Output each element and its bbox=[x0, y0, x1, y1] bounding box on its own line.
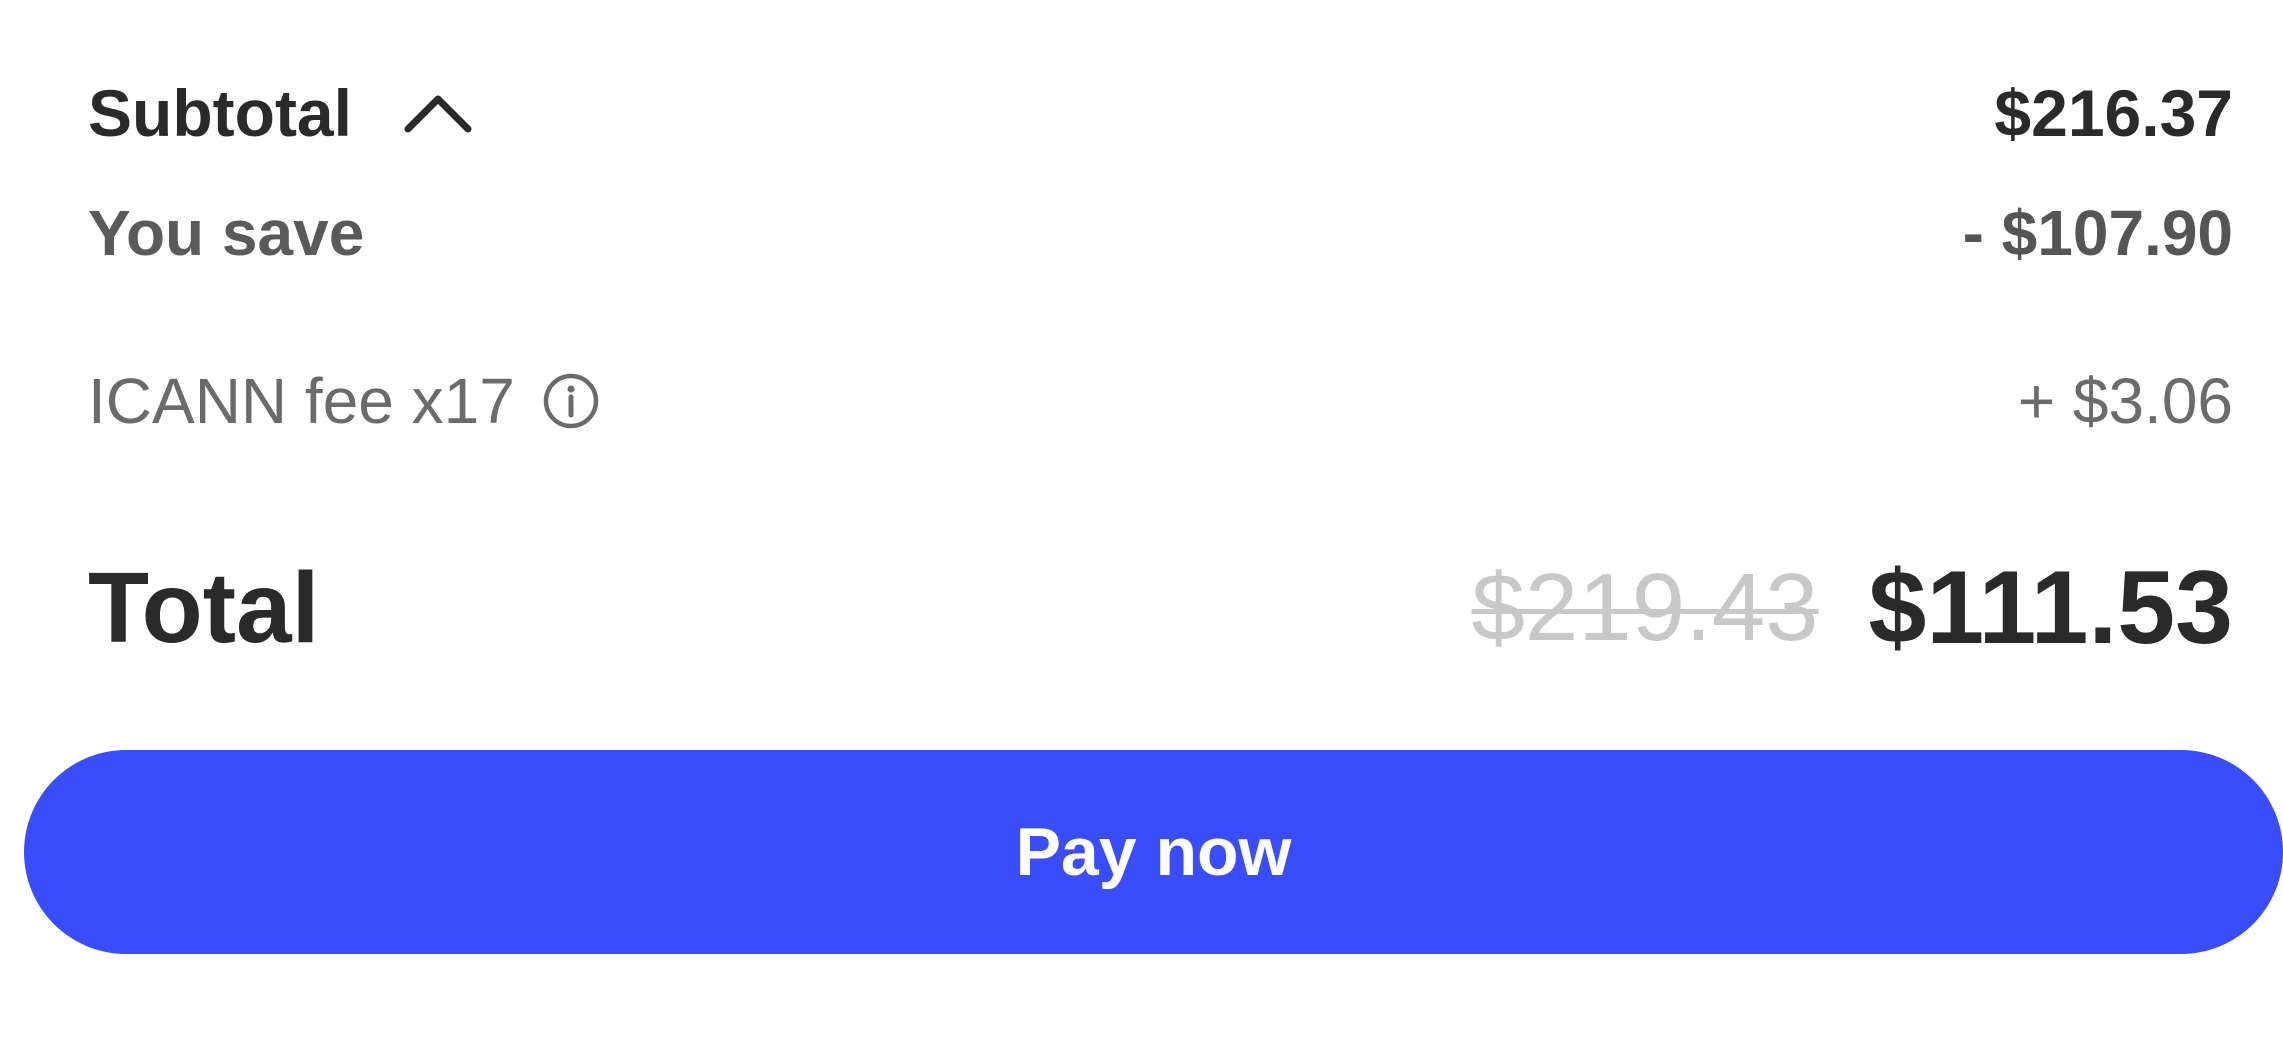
subtotal-row: Subtotal $216.37 bbox=[88, 68, 2233, 158]
subtotal-label-group[interactable]: Subtotal bbox=[88, 75, 478, 151]
savings-value: - $107.90 bbox=[1962, 197, 2233, 269]
savings-label: You save bbox=[88, 197, 365, 269]
total-amounts: $219.43 $111.53 bbox=[1472, 549, 2233, 668]
info-icon[interactable] bbox=[539, 369, 603, 433]
icann-fee-value: + $3.06 bbox=[2017, 365, 2233, 437]
savings-row: You save - $107.90 bbox=[88, 188, 2233, 278]
icann-fee-label: ICANN fee x17 bbox=[88, 365, 515, 437]
icann-fee-label-group: ICANN fee x17 bbox=[88, 364, 603, 438]
total-original-price: $219.43 bbox=[1471, 554, 1819, 661]
subtotal-value: $216.37 bbox=[1994, 76, 2233, 150]
pay-now-button[interactable]: Pay now bbox=[24, 750, 2283, 954]
chevron-up-icon[interactable] bbox=[398, 83, 478, 143]
total-label: Total bbox=[88, 551, 320, 664]
total-final-price: $111.53 bbox=[1868, 549, 2233, 666]
icann-fee-row: ICANN fee x17 + $3.06 bbox=[88, 356, 2233, 446]
total-row: Total $219.43 $111.53 bbox=[88, 548, 2233, 668]
subtotal-label: Subtotal bbox=[88, 76, 352, 150]
